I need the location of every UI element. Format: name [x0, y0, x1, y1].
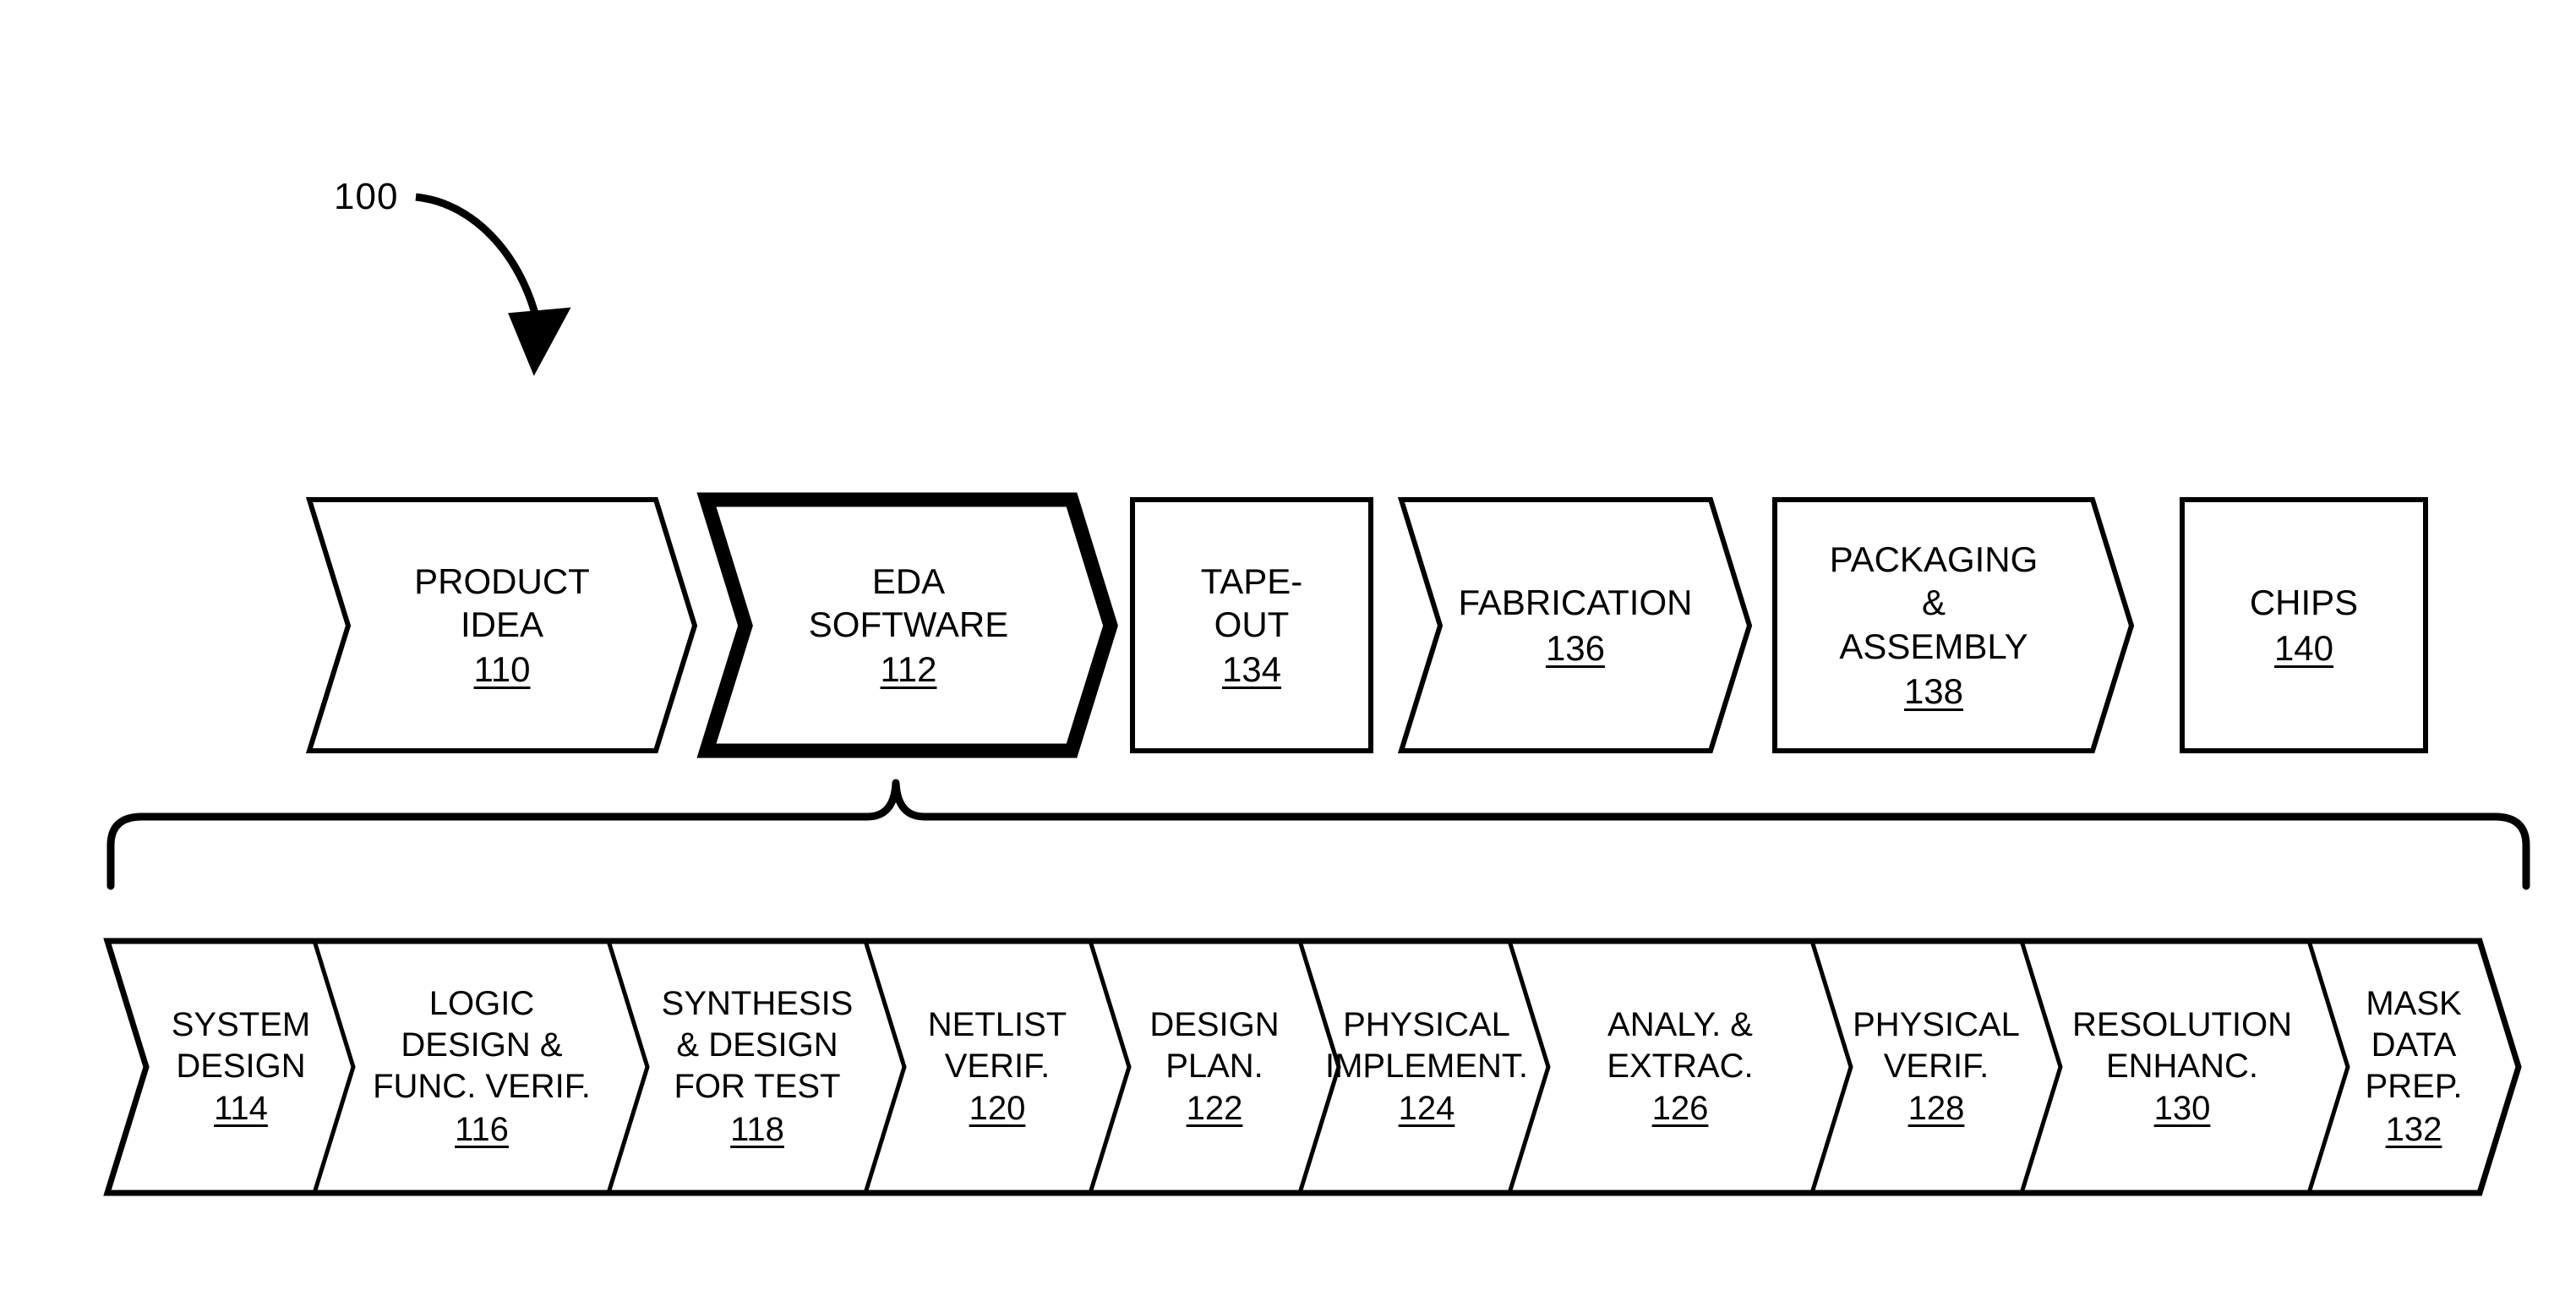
- divider-5: [1297, 940, 1341, 1194]
- figure-reference-numeral: 100: [334, 176, 399, 217]
- divider-7: [1809, 940, 1853, 1194]
- leader-line: [415, 193, 541, 321]
- figure-canvas: 100 PRODUCT IDEA 110 EDA SOFTWARE 112 TA…: [0, 0, 2576, 1302]
- divider-1: [312, 940, 356, 1194]
- leader-arrowhead: [508, 307, 571, 376]
- divider-2: [606, 940, 650, 1194]
- divider-9: [2306, 940, 2350, 1194]
- shape-fabrication: [1397, 497, 1753, 753]
- shape-chips: [2180, 497, 2428, 753]
- divider-8: [2019, 940, 2063, 1194]
- shape-product-idea: [305, 497, 698, 753]
- curly-brace: [106, 779, 2530, 890]
- shape-tape-out: [1130, 497, 1373, 753]
- divider-3: [863, 940, 907, 1194]
- shape-packaging-assembly: [1772, 497, 2135, 753]
- shape-eda-software: [696, 492, 1118, 758]
- divider-4: [1088, 940, 1132, 1194]
- divider-6: [1507, 940, 1551, 1194]
